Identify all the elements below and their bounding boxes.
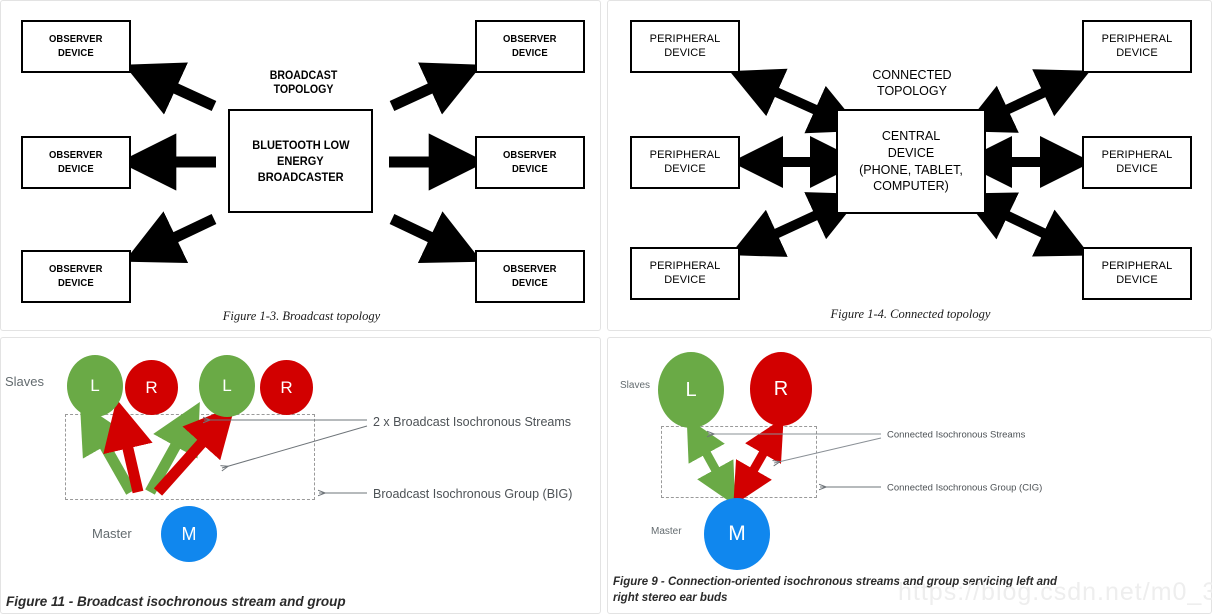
- arrow-down-right: [960, 192, 1091, 257]
- peripheral-device-box[interactable]: PERIPHERAL DEVICE: [1082, 247, 1192, 300]
- observer-device-box[interactable]: OBSERVER DEVICE: [21, 20, 131, 73]
- panel-broadcast-isochronous: L R L R M Slaves Master 2 x Broadcast Is…: [0, 337, 601, 614]
- arrow-down-right: [389, 211, 482, 263]
- observer-device-box[interactable]: OBSERVER DEVICE: [21, 136, 131, 189]
- observer-device-box[interactable]: OBSERVER DEVICE: [475, 136, 585, 189]
- peripheral-device-box[interactable]: PERIPHERAL DEVICE: [1082, 136, 1192, 189]
- leader-line-streams-lower: [774, 437, 882, 463]
- master-label: Master: [651, 526, 682, 537]
- slaves-label: Slaves: [620, 380, 651, 391]
- annotation-broadcast-streams: 2 x Broadcast Isochronous Streams: [373, 415, 572, 429]
- ble-broadcaster-box[interactable]: BLUETOOTH LOW ENERGY BROADCASTER: [228, 109, 373, 213]
- arrow-up-right: [389, 62, 482, 115]
- peripheral-device-box[interactable]: PERIPHERAL DEVICE: [630, 136, 740, 189]
- broadcast-iso-figure: L R L R M Slaves Master 2 x Broadcast Is…: [1, 338, 600, 613]
- master-label: Master: [92, 526, 132, 541]
- panel-connected-isochronous: L R M Slaves Master Connected Isochronou…: [607, 337, 1212, 614]
- figure-caption: Figure 9 - Connection-oriented isochrono…: [613, 575, 1068, 606]
- annotation-broadcast-group: Broadcast Isochronous Group (BIG): [373, 487, 573, 501]
- peripheral-device-box[interactable]: PERIPHERAL DEVICE: [630, 247, 740, 300]
- arrow-up-right: [960, 69, 1091, 133]
- slave-node-left-2[interactable]: L: [199, 355, 255, 417]
- broadcast-topology-figure: OBSERVER DEVICE OBSERVER DEVICE OBSERVER…: [1, 1, 600, 330]
- peripheral-device-box[interactable]: PERIPHERAL DEVICE: [1082, 20, 1192, 73]
- central-device-box[interactable]: CENTRAL DEVICE (PHONE, TABLET, COMPUTER): [836, 109, 986, 214]
- arrow-down-left: [729, 192, 863, 257]
- cis-arrow-green: [686, 417, 736, 506]
- slave-node-right-2[interactable]: R: [260, 360, 313, 415]
- figure-caption-line-1: Figure 9 - Connection-oriented isochrono…: [613, 576, 1058, 588]
- observer-device-box[interactable]: OBSERVER DEVICE: [475, 250, 585, 303]
- figure-caption: Figure 11 - Broadcast isochronous stream…: [6, 594, 346, 609]
- observer-device-box[interactable]: OBSERVER DEVICE: [475, 20, 585, 73]
- slave-node-left-1[interactable]: L: [67, 355, 123, 417]
- leader-line-streams-lower: [222, 425, 368, 468]
- slave-node-right-1[interactable]: R: [125, 360, 178, 415]
- figure-caption: Figure 1-3. Broadcast topology: [222, 309, 381, 323]
- slave-node-left[interactable]: L: [658, 352, 724, 428]
- slave-node-right[interactable]: R: [750, 352, 812, 426]
- observer-device-box[interactable]: OBSERVER DEVICE: [21, 250, 131, 303]
- arrow-down-left: [124, 211, 217, 263]
- figure-caption: Figure 1-4. Connected topology: [830, 307, 991, 321]
- panel-connected-topology: PERIPHERAL DEVICE PERIPHERAL DEVICE PERI…: [607, 0, 1212, 331]
- annotation-connected-group: Connected Isochronous Group (CIG): [887, 482, 1043, 494]
- annotation-connected-streams: Connected Isochronous Streams: [887, 429, 1026, 441]
- peripheral-device-box[interactable]: PERIPHERAL DEVICE: [630, 20, 740, 73]
- cis-arrow-red: [733, 417, 784, 506]
- figure-caption-line-2: right stereo ear buds: [613, 591, 728, 604]
- arrow-up-left: [729, 68, 863, 134]
- master-node[interactable]: M: [161, 506, 217, 562]
- connected-topology-title: CONNECTED TOPOLOGY: [872, 68, 952, 98]
- arrow-up-left: [124, 62, 217, 115]
- figure-grid: OBSERVER DEVICE OBSERVER DEVICE OBSERVER…: [0, 0, 1212, 614]
- connected-topology-figure: PERIPHERAL DEVICE PERIPHERAL DEVICE PERI…: [608, 1, 1211, 330]
- master-node[interactable]: M: [704, 498, 770, 570]
- slaves-label: Slaves: [5, 374, 45, 389]
- panel-broadcast-topology: OBSERVER DEVICE OBSERVER DEVICE OBSERVER…: [0, 0, 601, 331]
- broadcast-topology-title: BROADCAST TOPOLOGY: [269, 70, 338, 97]
- connected-iso-figure: L R M Slaves Master Connected Isochronou…: [608, 338, 1211, 613]
